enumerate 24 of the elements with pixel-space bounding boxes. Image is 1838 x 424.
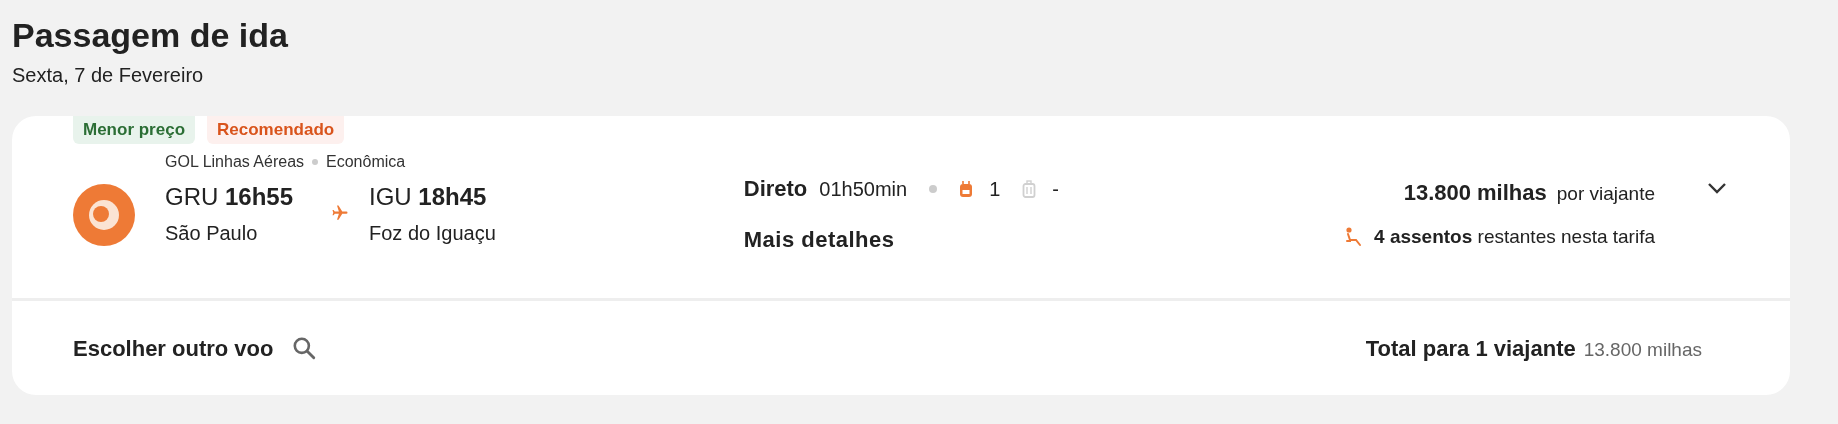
price-per-traveler: 13.800 milhas <box>1403 179 1547 207</box>
stops-label: Direto <box>743 175 808 203</box>
seats-remaining: 4 assentos restantes nesta tarifa <box>1374 225 1655 249</box>
date-subtitle: Sexta, 7 de Fevereiro <box>12 63 205 88</box>
total-value: 13.800 milhas <box>1583 337 1702 362</box>
page-title: Passagem de ida <box>12 15 289 56</box>
airline-logo <box>73 184 135 246</box>
total-label: Total para 1 viajante <box>1365 334 1576 363</box>
flight-duration: 01h50min <box>819 176 908 202</box>
flight-badge: Recomendado <box>207 116 345 144</box>
choose-other-flight-button[interactable]: Escolher outro voo <box>73 331 318 365</box>
more-details-link[interactable]: Mais detalhes <box>743 223 1059 256</box>
arrival-time: IGU 18h45 <box>369 182 488 212</box>
arrival-city: Foz do Iguaçu <box>369 221 496 246</box>
baggage-count: - <box>1052 176 1059 202</box>
baggage-count: 1 <box>989 176 1001 202</box>
price-unit: por viajante <box>1556 182 1655 206</box>
flight-badge: Menor preço <box>73 116 196 144</box>
airplane-icon <box>331 204 349 222</box>
airline-name: GOL Linhas Aéreas <box>165 152 305 172</box>
cabin-class: Econômica <box>326 152 406 172</box>
search-icon <box>291 335 318 361</box>
departure-time: GRU 16h55 <box>165 182 295 212</box>
departure-city: São Paulo <box>165 221 259 246</box>
